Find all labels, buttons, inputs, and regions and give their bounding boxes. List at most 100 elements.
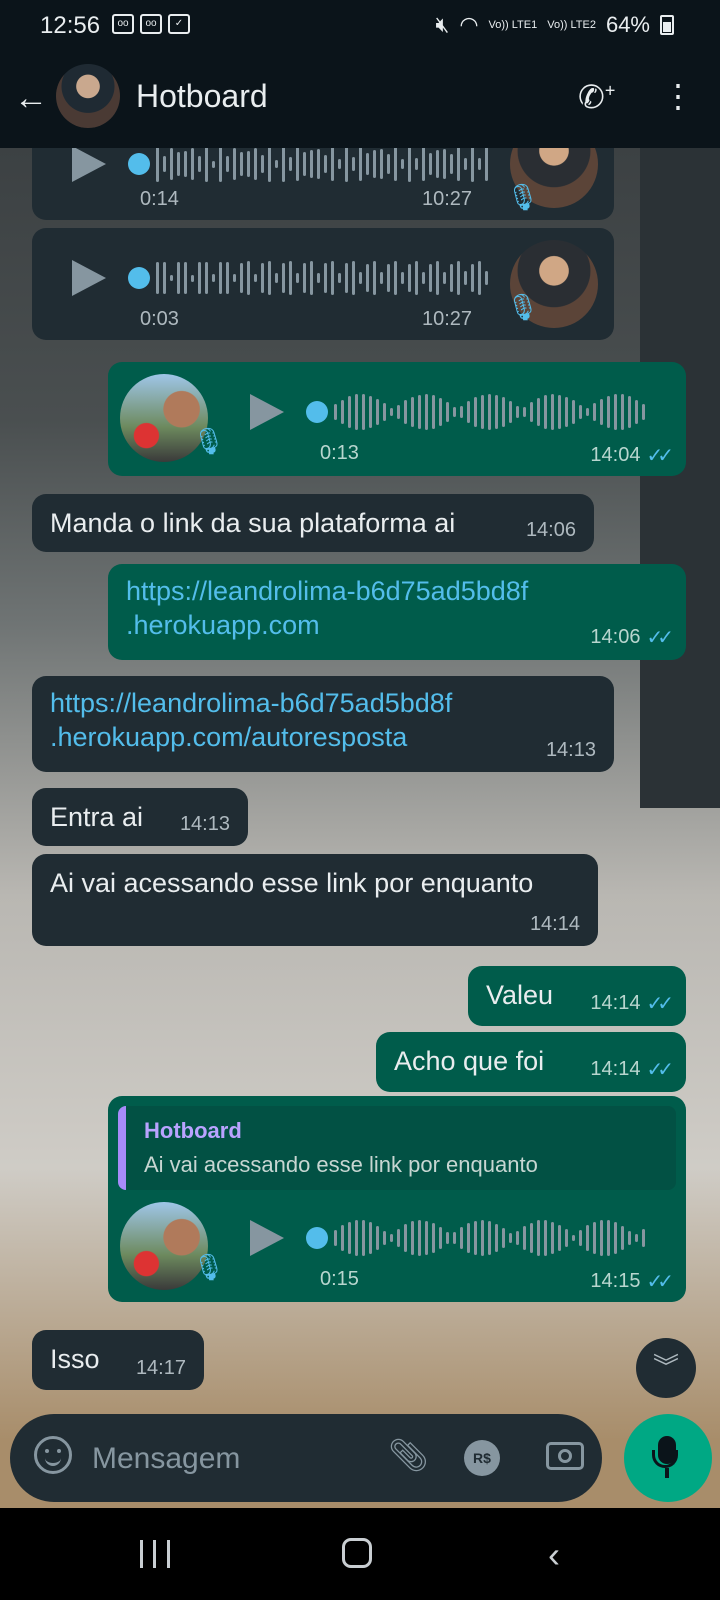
waveform-bar: [359, 272, 362, 284]
message-composer: 📎︎ R$: [10, 1414, 602, 1502]
play-icon[interactable]: [250, 1220, 284, 1256]
waveform-bar: [334, 1229, 337, 1247]
message-text: Manda o link da sua plataforma ai: [50, 508, 456, 538]
message-input[interactable]: [90, 1434, 384, 1484]
message-time: 10:27: [422, 188, 473, 210]
voice-reply-message: Hotboard Ai vai acessando esse link por …: [108, 1096, 686, 1302]
message-time: 14:04: [590, 444, 641, 466]
waveform-bar: [240, 151, 243, 177]
message-link[interactable]: https://leandrolima-b6d75ad5bd8f .herokua…: [50, 686, 452, 754]
voice-record-button[interactable]: [624, 1414, 712, 1502]
voice-duration: 0:03: [140, 308, 179, 330]
arrow-left-icon[interactable]: ←: [14, 78, 48, 118]
waveform-bar: [177, 151, 180, 177]
mic-icon: 🎙︎: [192, 1252, 226, 1282]
waveform-bar: [642, 1228, 645, 1248]
waveform-bar: [408, 148, 411, 182]
waveform-bar: [415, 260, 418, 296]
message-time: 14:13: [179, 813, 230, 835]
waveform-bar: [551, 394, 554, 430]
contact-avatar[interactable]: [56, 64, 120, 128]
voice-message: 🎙︎ 0:13 14:04 ✓✓: [108, 362, 686, 476]
playhead-dot[interactable]: [306, 401, 328, 423]
play-icon[interactable]: [72, 260, 106, 296]
contact-name[interactable]: Hotboard: [136, 78, 268, 115]
waveform-bar: [345, 263, 348, 293]
waveform-bar: [464, 158, 467, 170]
message-time: 14:15: [590, 1270, 641, 1292]
waveform-bar: [502, 397, 505, 427]
waveform-bar: [450, 153, 453, 175]
waveform-bar: [380, 149, 383, 179]
message-meta: 14:06 ✓✓: [590, 625, 673, 650]
playhead-dot[interactable]: [306, 1227, 328, 1249]
waveform-bar: [163, 261, 166, 295]
waveform-bar: [502, 1228, 505, 1248]
quoted-message[interactable]: Hotboard Ai vai acessando esse link por …: [118, 1106, 676, 1190]
waveform-bar: [282, 148, 285, 182]
back-chevron-icon[interactable]: ‹: [548, 1534, 560, 1576]
message-link[interactable]: https://leandrolima-b6d75ad5bd8f .herokua…: [126, 574, 528, 642]
waveform-bar: [247, 261, 250, 295]
waveform-bar: [240, 262, 243, 294]
waveform-bar: [355, 394, 358, 430]
add-call-icon[interactable]: ✆+: [578, 78, 615, 116]
payment-icon[interactable]: R$: [464, 1440, 500, 1476]
text-message: Manda o link da sua plataforma ai 14:06: [32, 494, 594, 552]
more-vertical-icon[interactable]: ⋮: [662, 78, 694, 114]
message-time: 14:14: [529, 913, 580, 935]
waveform-bar: [481, 394, 484, 430]
waveform-bar: [579, 1230, 582, 1246]
waveform-bar: [366, 263, 369, 293]
waveform-bar: [453, 406, 456, 417]
waveform-bar: [586, 1225, 589, 1251]
double-check-icon: ✓✓: [646, 993, 673, 1015]
message-meta: 14:06: [526, 519, 576, 542]
waveform-bar: [478, 158, 481, 170]
recents-icon[interactable]: [140, 1540, 170, 1568]
waveform-bar: [429, 264, 432, 292]
waveform-bar: [289, 156, 292, 172]
waveform-bar: [408, 263, 411, 293]
waveform-bar: [460, 405, 463, 419]
network-lte2: Vo)) LTE2: [547, 18, 596, 31]
waveform-bar: [226, 156, 229, 172]
camera-icon[interactable]: [546, 1442, 584, 1470]
double-check-icon: ✓✓: [646, 1271, 673, 1293]
play-icon[interactable]: [250, 394, 284, 430]
waveform-bar: [537, 1220, 540, 1256]
scroll-down-button[interactable]: ︾: [636, 1338, 696, 1398]
waveform-bar: [317, 272, 320, 283]
waveform-bar: [191, 274, 194, 282]
waveform-bar: [443, 271, 446, 285]
paperclip-icon[interactable]: 📎︎: [388, 1436, 429, 1474]
waveform-bar: [474, 1220, 477, 1256]
waveform-bar: [338, 272, 341, 284]
mic-icon: 🎙︎: [506, 292, 540, 322]
waveform-bar: [509, 1233, 512, 1243]
waveform: [334, 1216, 654, 1260]
waveform-bar: [415, 157, 418, 171]
waveform-bar: [471, 264, 474, 292]
waveform-bar: [446, 1232, 449, 1244]
playhead-dot[interactable]: [128, 267, 150, 289]
waveform-bar: [418, 1220, 421, 1256]
waveform-bar: [614, 394, 617, 430]
text-message: Entra ai 14:13: [32, 788, 248, 846]
playhead-dot[interactable]: [128, 153, 150, 175]
waveform-bar: [362, 394, 365, 430]
waveform-bar: [156, 148, 159, 182]
home-icon[interactable]: [342, 1538, 372, 1568]
checkbox-icon: ✓: [168, 14, 190, 34]
emoji-icon[interactable]: [34, 1436, 72, 1474]
message-time: 14:06: [525, 519, 576, 541]
waveform-bar: [275, 159, 278, 168]
waveform-bar: [418, 394, 421, 430]
status-time: 12:56: [40, 12, 101, 39]
chat-header: ← Hotboard ✆+ ⋮: [0, 52, 720, 148]
play-icon[interactable]: [72, 148, 106, 182]
waveform-bar: [373, 260, 376, 296]
mic-icon: 🎙︎: [506, 182, 540, 212]
waveform-bar: [212, 160, 215, 168]
double-check-icon: ✓✓: [646, 627, 673, 649]
